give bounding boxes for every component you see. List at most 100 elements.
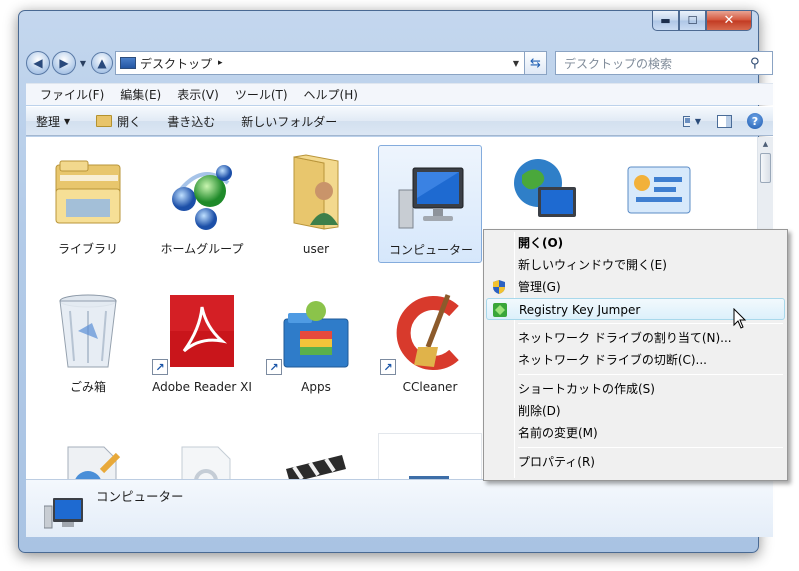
context-item-label: ショートカットの作成(S): [518, 382, 655, 396]
address-dropdown-icon[interactable]: ▼: [508, 59, 524, 68]
view-icon: [683, 115, 690, 127]
control-panel-icon: [627, 166, 691, 214]
menu-tools[interactable]: ツール(T): [227, 86, 296, 103]
context-item-label: Registry Key Jumper: [519, 303, 641, 317]
context-item-label: プロパティ(R): [518, 455, 595, 469]
context-item-label: ネットワーク ドライブの割り当て(N)...: [518, 331, 732, 345]
new-folder-button[interactable]: 新しいフォルダー: [241, 113, 337, 130]
open-button[interactable]: 開く: [96, 113, 141, 130]
view-dropdown-icon: ▼: [694, 116, 701, 126]
new-folder-label: 新しいフォルダー: [241, 114, 338, 129]
close-button[interactable]: ✕: [706, 11, 752, 31]
minimize-button[interactable]: ▬: [652, 11, 679, 31]
item-label: コンピューター: [388, 243, 473, 257]
desktop-item-ccleaner[interactable]: ↗ CCleaner: [378, 283, 482, 401]
homegroup-icon: [172, 165, 232, 230]
settings-file-icon: [181, 446, 231, 479]
scroll-up-icon[interactable]: ▲: [758, 137, 773, 151]
context-item-label: 管理(G): [518, 280, 561, 294]
change-view-button[interactable]: ▼: [683, 113, 701, 129]
user-folder-icon: [293, 154, 339, 230]
context-item-label: 削除(D): [518, 404, 561, 418]
forward-arrow-icon: ▶: [59, 56, 69, 70]
context-item-label: 名前の変更(M): [518, 426, 598, 440]
adobe-reader-icon: [170, 295, 234, 367]
item-label: user: [302, 242, 330, 256]
search-icon: ⚲: [750, 55, 760, 71]
open-label: 開く: [117, 114, 142, 129]
computer-icon: [398, 167, 464, 229]
context-item-open-new-window[interactable]: 新しいウィンドウで開く(E): [486, 254, 785, 276]
preview-pane-button[interactable]: [715, 113, 733, 129]
context-item-label: 開く(O): [518, 236, 564, 250]
desktop-item-apps[interactable]: ↗ Apps: [264, 283, 368, 401]
desktop-item-row3-2[interactable]: [150, 433, 254, 479]
desktop-item-row3-3[interactable]: [264, 433, 368, 479]
up-arrow-icon: ▲: [97, 56, 107, 70]
item-label: Adobe Reader XI: [152, 380, 252, 394]
menu-view[interactable]: 表示(V): [169, 86, 227, 103]
burn-label: 書き込む: [167, 114, 216, 129]
context-item-delete[interactable]: 削除(D): [486, 400, 785, 422]
search-input[interactable]: デスクトップの検索 ⚲: [555, 51, 773, 75]
menu-file[interactable]: ファイル(F): [32, 86, 112, 103]
computer-small-icon: [120, 57, 136, 69]
desktop-item-adobe-reader[interactable]: ↗ Adobe Reader XI: [150, 283, 254, 401]
menu-help[interactable]: ヘルプ(H): [296, 86, 366, 103]
burn-button[interactable]: 書き込む: [167, 113, 215, 130]
desktop-item-row3-4[interactable]: [378, 433, 482, 479]
back-button[interactable]: ◀: [26, 51, 50, 75]
desktop-item-recycle-bin[interactable]: ごみ箱: [36, 283, 140, 401]
address-bar[interactable]: デスクトップ ▸ ▼: [115, 51, 525, 75]
recent-pages-dropdown[interactable]: ▼: [78, 59, 88, 68]
context-item-create-shortcut[interactable]: ショートカットの作成(S): [486, 378, 785, 400]
desktop-item-library[interactable]: ライブラリ: [36, 145, 140, 263]
caption-buttons: ▬ ☐ ✕: [652, 11, 752, 31]
context-item-disconnect-network-drive[interactable]: ネットワーク ドライブの切断(C)...: [486, 349, 785, 371]
library-icon: [55, 160, 121, 224]
shortcut-arrow-icon: ↗: [266, 359, 282, 375]
context-menu: 開く(O) 新しいウィンドウで開く(E) 管理(G) Registry Key …: [483, 229, 788, 481]
uac-shield-icon: [493, 280, 505, 294]
chevron-down-icon: ▼: [64, 116, 71, 126]
context-item-label: ネットワーク ドライブの切断(C)...: [518, 353, 708, 367]
search-placeholder: デスクトップの検索: [564, 56, 673, 71]
movie-maker-icon: [286, 455, 346, 479]
context-item-rename[interactable]: 名前の変更(M): [486, 422, 785, 444]
desktop-item-row3-1[interactable]: [36, 433, 140, 479]
item-label: ごみ箱: [69, 380, 106, 394]
ccleaner-icon: [396, 294, 459, 370]
help-icon: ?: [751, 114, 759, 128]
document-edit-icon: [67, 446, 121, 479]
maximize-button[interactable]: ☐: [679, 11, 706, 31]
breadcrumb-separator-icon[interactable]: ▸: [218, 58, 223, 68]
back-arrow-icon: ◀: [33, 56, 43, 70]
menu-edit[interactable]: 編集(E): [112, 86, 169, 103]
computer-small-icon: [44, 498, 83, 529]
up-button[interactable]: ▲: [91, 52, 113, 74]
preview-pane-icon: [716, 114, 732, 128]
organize-button[interactable]: 整理 ▼: [36, 113, 70, 130]
scroll-thumb[interactable]: [760, 153, 771, 183]
menu-separator: [518, 374, 783, 375]
context-item-label: 新しいウィンドウで開く(E): [518, 258, 667, 272]
refresh-button[interactable]: ⇆: [525, 51, 547, 75]
desktop-item-computer[interactable]: コンピューター: [378, 145, 482, 263]
details-name: コンピューター: [96, 489, 184, 504]
item-label: ライブラリ: [57, 242, 118, 256]
context-item-manage[interactable]: 管理(G): [486, 276, 785, 298]
apps-folder-icon: [283, 301, 349, 368]
menu-bar: ファイル(F) 編集(E) 表示(V) ツール(T) ヘルプ(H): [26, 83, 773, 105]
mouse-cursor-icon: [733, 308, 747, 329]
item-label: ホームグループ: [160, 242, 244, 256]
context-item-open[interactable]: 開く(O): [486, 232, 785, 254]
forward-button[interactable]: ▶: [52, 51, 76, 75]
menu-separator: [518, 447, 783, 448]
desktop-item-user[interactable]: user: [264, 145, 368, 263]
desktop-item-homegroup[interactable]: ホームグループ: [150, 145, 254, 263]
context-item-map-network-drive[interactable]: ネットワーク ドライブの割り当て(N)...: [486, 327, 785, 349]
navigation-bar: ◀ ▶ ▼ ▲ デスクトップ ▸ ▼ ⇆ デスクトップの検索 ⚲: [26, 50, 773, 76]
details-pane: コンピューター: [26, 479, 773, 537]
context-item-properties[interactable]: プロパティ(R): [486, 451, 785, 473]
help-button[interactable]: ?: [747, 113, 763, 129]
